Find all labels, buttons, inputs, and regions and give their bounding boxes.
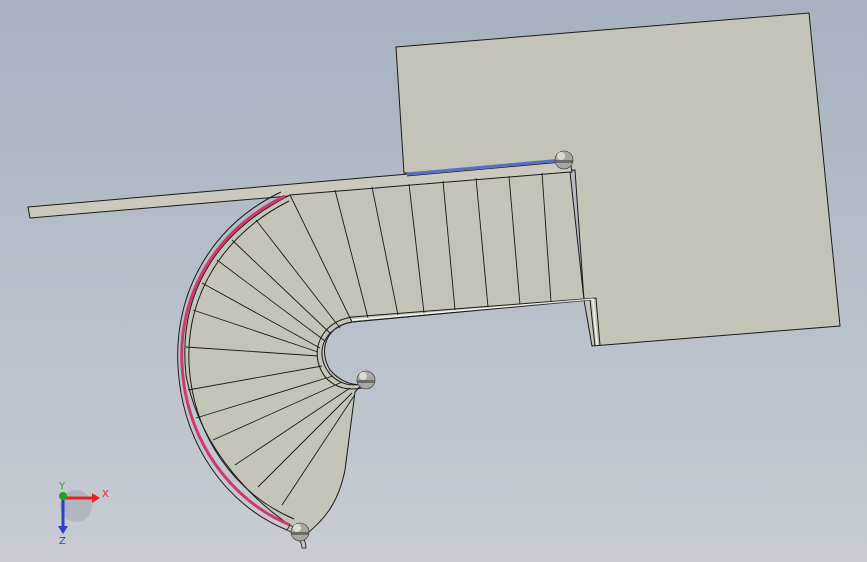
z-axis-label: Z [59, 536, 66, 547]
x-axis-label: X [102, 489, 109, 500]
newel-post-landing[interactable] [554, 150, 574, 170]
reference-triad: X Y Z [58, 481, 109, 547]
staircase-body[interactable] [184, 171, 585, 536]
graphics-viewport[interactable]: X Y Z [0, 0, 867, 562]
newel-post-inner[interactable] [356, 370, 376, 390]
model-view[interactable]: X Y Z [0, 0, 867, 562]
y-axis-marker [59, 492, 67, 500]
newel-post-bottom[interactable] [290, 522, 310, 542]
y-axis-label: Y [58, 481, 66, 492]
